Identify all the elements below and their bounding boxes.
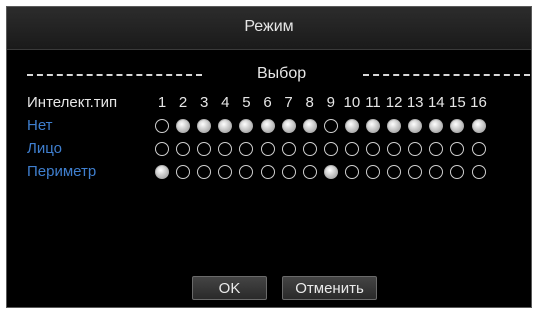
channel-number: 9: [326, 94, 335, 111]
channel-radio[interactable]: [408, 165, 423, 179]
channel-number: 1: [157, 94, 167, 111]
channel-radio[interactable]: [387, 165, 402, 179]
channel-radio[interactable]: [197, 119, 212, 133]
channel-radio[interactable]: [302, 165, 317, 179]
channel-radio[interactable]: [281, 165, 296, 179]
mode-row-none: Нет: [7, 116, 531, 136]
channel-radio[interactable]: [323, 165, 338, 179]
channel-number: 12: [385, 94, 403, 111]
channel-radio[interactable]: [344, 142, 359, 156]
channel-number: 15: [449, 94, 466, 111]
channel-radio[interactable]: [197, 142, 212, 156]
selection-section-header: Выбор: [27, 65, 531, 85]
mode-row-face: Лицо: [7, 139, 531, 159]
channel-radio[interactable]: [176, 165, 191, 179]
channel-radio[interactable]: [387, 119, 402, 133]
channel-number: 13: [406, 94, 424, 111]
channel-radio[interactable]: [155, 142, 169, 156]
channel-number: 8: [305, 94, 314, 111]
channel-radio[interactable]: [302, 142, 317, 156]
channel-radio[interactable]: [408, 119, 423, 133]
channel-radio[interactable]: [366, 165, 380, 179]
dialog-title: Режим: [244, 18, 294, 35]
cancel-button[interactable]: Отменить: [282, 276, 377, 300]
mode-dialog: Режим Выбор Интелект.тип 1 2 3 4 5 6 7 8 9 10 11 12…: [6, 6, 532, 308]
section-divider-right: [363, 74, 530, 76]
channel-radio[interactable]: [239, 119, 254, 133]
channel-radio[interactable]: [176, 119, 191, 133]
mode-label-perimeter: Периметр: [27, 163, 97, 180]
channel-number: 14: [427, 94, 445, 111]
channel-radio[interactable]: [429, 119, 444, 133]
intellect-type-label: Интелект.тип: [27, 94, 118, 111]
channel-radio[interactable]: [260, 165, 275, 179]
channel-radio[interactable]: [471, 142, 486, 156]
channel-radio[interactable]: [281, 119, 296, 133]
section-divider-left: [27, 74, 202, 76]
channel-number: 7: [284, 94, 293, 111]
channel-number: 4: [221, 94, 230, 111]
channel-radio[interactable]: [450, 142, 465, 156]
channel-radio[interactable]: [155, 165, 169, 179]
channel-radio[interactable]: [366, 142, 380, 156]
channel-radio[interactable]: [218, 165, 233, 179]
mode-label-none: Нет: [27, 117, 53, 134]
channel-number: 16: [470, 94, 487, 111]
mode-row-perimeter: Периметр: [7, 162, 531, 182]
channel-radio[interactable]: [366, 119, 380, 133]
channel-radio[interactable]: [239, 142, 254, 156]
channel-number: 11: [365, 94, 381, 111]
channel-radio[interactable]: [344, 165, 359, 179]
channel-radio[interactable]: [218, 142, 233, 156]
channel-number: 2: [178, 94, 188, 111]
channel-radio[interactable]: [450, 119, 465, 133]
channel-radio[interactable]: [260, 119, 275, 133]
channel-radio[interactable]: [323, 119, 338, 133]
channel-header-row: Интелект.тип 1 2 3 4 5 6 7 8 9 10 11 12 13 14 15 16: [7, 93, 531, 113]
channel-number: 6: [263, 94, 272, 111]
channel-radio[interactable]: [302, 119, 317, 133]
channel-radio[interactable]: [260, 142, 275, 156]
channel-radio[interactable]: [387, 142, 402, 156]
ok-button[interactable]: OK: [192, 276, 267, 300]
channel-radio[interactable]: [323, 142, 338, 156]
channel-radio[interactable]: [239, 165, 254, 179]
channel-number: 5: [242, 94, 251, 111]
channel-radio[interactable]: [429, 165, 444, 179]
title-bar: Режим: [7, 7, 531, 50]
mode-label-face: Лицо: [27, 140, 62, 157]
channel-radio[interactable]: [450, 165, 465, 179]
channel-radio[interactable]: [218, 119, 233, 133]
channel-radio[interactable]: [471, 165, 486, 179]
channel-radio[interactable]: [155, 119, 169, 133]
channel-radio[interactable]: [197, 165, 212, 179]
section-title: Выбор: [257, 65, 307, 82]
channel-number: 10: [343, 94, 361, 111]
channel-radio[interactable]: [408, 142, 423, 156]
channel-radio[interactable]: [429, 142, 444, 156]
channel-radio[interactable]: [176, 142, 191, 156]
channel-radio[interactable]: [344, 119, 359, 133]
channel-radio[interactable]: [281, 142, 296, 156]
channel-number: 3: [200, 94, 209, 111]
channel-radio[interactable]: [471, 119, 486, 133]
